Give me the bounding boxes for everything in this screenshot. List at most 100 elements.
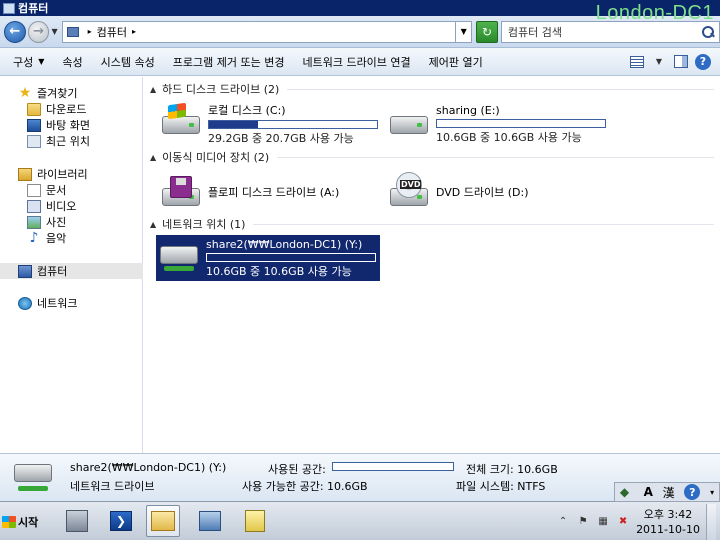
system-properties-button[interactable]: 시스템 속성 xyxy=(92,51,164,73)
nav-label: 문서 xyxy=(46,184,67,197)
nav-label: 음악 xyxy=(46,232,67,245)
clock[interactable]: 오후 3:42 2011-10-10 xyxy=(636,507,700,537)
file-list[interactable]: ▲ 하드 디스크 드라이브 (2) 로컬 디스크 (C:) 29.2GB 중 2… xyxy=(144,77,720,453)
nav-item-pictures[interactable]: 사진 xyxy=(0,214,143,230)
open-control-panel-button[interactable]: 제어판 열기 xyxy=(420,51,492,73)
volume-muted-icon[interactable]: ✖ xyxy=(616,515,630,529)
help-button[interactable]: ? xyxy=(694,53,712,70)
dvd-badge: DVD xyxy=(400,180,422,189)
group-label: 네트워크 위치 (1) xyxy=(162,218,246,231)
start-button[interactable]: 시작 xyxy=(2,511,46,533)
taskbar-task-scheduler[interactable] xyxy=(238,505,272,537)
language-bar-options-icon[interactable]: ▾ xyxy=(710,488,714,497)
drive-e[interactable]: sharing (E:) 10.6GB 중 10.6GB 사용 가능 xyxy=(386,101,610,147)
hanja-convert-button[interactable]: 漢 xyxy=(663,484,675,501)
navigation-pane[interactable]: ★ 즐겨찾기 다운로드 바탕 화면 최근 위치 라이브러리 문서 비디오 사진 … xyxy=(0,77,143,453)
computer-icon xyxy=(18,264,32,278)
group-label: 하드 디스크 드라이브 (2) xyxy=(162,83,280,96)
server-watermark: London-DC1 xyxy=(595,2,714,24)
organize-button[interactable]: 구성 ▼ xyxy=(4,51,53,73)
nav-label: 최근 위치 xyxy=(46,135,90,148)
drive-a[interactable]: 플로피 디스크 드라이브 (A:) xyxy=(158,169,382,215)
group-header-hdd[interactable]: ▲ 하드 디스크 드라이브 (2) xyxy=(150,81,714,97)
computer-icon xyxy=(3,2,15,14)
nav-label: 네트워크 xyxy=(37,297,78,310)
address-field[interactable]: ▸ 컴퓨터 ▸ xyxy=(61,20,457,43)
documents-icon xyxy=(27,183,41,197)
chevron-down-icon: ▼ xyxy=(38,57,45,66)
system-tray: ⌃ ⚑ ▦ ✖ 오후 3:42 2011-10-10 xyxy=(556,502,716,540)
taskbar-explorer[interactable] xyxy=(146,505,180,537)
nav-item-desktop[interactable]: 바탕 화면 xyxy=(0,117,143,133)
breadcrumb-chevron-icon[interactable]: ▸ xyxy=(132,27,136,36)
taskbar-powershell[interactable]: ❯ xyxy=(104,505,138,537)
dvd-drive-icon: DVD xyxy=(386,172,430,212)
group-header-network[interactable]: ▲ 네트워크 위치 (1) xyxy=(150,216,714,232)
uninstall-program-button[interactable]: 프로그램 제거 또는 변경 xyxy=(164,51,294,73)
usage-bar xyxy=(436,118,606,128)
taskbar: ◆ A 漢 ? ▾ 시작 ❯ ⌃ ⚑ ▦ ✖ 오후 3:42 2011-10-1… xyxy=(0,482,720,540)
collapse-icon[interactable]: ▲ xyxy=(150,85,156,94)
star-icon: ★ xyxy=(18,84,32,101)
collapse-icon[interactable]: ▲ xyxy=(150,220,156,229)
nav-label: 사진 xyxy=(46,216,67,229)
recent-pages-dropdown[interactable]: ▼ xyxy=(51,27,57,36)
drive-c[interactable]: 로컬 디스크 (C:) 29.2GB 중 20.7GB 사용 가능 xyxy=(158,101,382,147)
show-desktop-button[interactable] xyxy=(706,503,716,540)
task-scheduler-icon xyxy=(245,510,265,532)
breadcrumb-computer[interactable]: 컴퓨터 xyxy=(97,24,127,40)
music-icon: ♪ xyxy=(29,229,39,246)
local-disk-icon xyxy=(158,102,202,144)
drive-name: sharing (E:) xyxy=(436,103,500,117)
breadcrumb-separator-icon[interactable]: ▸ xyxy=(88,27,92,36)
show-hidden-icons-icon[interactable]: ⌃ xyxy=(556,515,570,529)
drive-name: share2(₩₩London-DC1) (Y:) xyxy=(206,237,363,251)
refresh-button[interactable]: ↻ xyxy=(476,20,498,43)
group-divider xyxy=(287,88,714,90)
hard-drive-icon xyxy=(386,104,430,144)
ime-pad-icon[interactable]: ◆ xyxy=(620,485,634,499)
properties-button[interactable]: 속성 xyxy=(53,51,91,73)
change-view-button[interactable] xyxy=(628,54,646,70)
drive-size: 10.6GB 중 10.6GB 사용 가능 xyxy=(206,264,352,278)
usage-bar xyxy=(208,120,378,129)
drive-y[interactable]: share2(₩₩London-DC1) (Y:) 10.6GB 중 10.6G… xyxy=(156,235,380,281)
nav-item-music[interactable]: ♪ 음악 xyxy=(0,230,143,246)
nav-item-documents[interactable]: 문서 xyxy=(0,182,143,198)
taskbar-server-manager[interactable] xyxy=(60,505,94,537)
start-label: 시작 xyxy=(18,516,39,529)
nav-item-computer[interactable]: 컴퓨터 xyxy=(0,263,143,279)
address-dropdown[interactable]: ▼ xyxy=(456,20,473,43)
organize-label: 구성 xyxy=(13,55,34,69)
nav-item-libraries[interactable]: 라이브러리 xyxy=(0,166,143,182)
nav-item-network[interactable]: 네트워크 xyxy=(0,295,143,311)
clock-time: 오후 3:42 xyxy=(643,507,693,521)
action-center-flag-icon[interactable]: ⚑ xyxy=(576,515,590,529)
nav-label: 바탕 화면 xyxy=(46,119,90,132)
clock-date: 2011-10-10 xyxy=(636,522,700,536)
nav-item-downloads[interactable]: 다운로드 xyxy=(0,101,143,117)
windows-logo-icon xyxy=(168,102,186,120)
input-mode-toggle[interactable]: A xyxy=(644,485,653,499)
network-status-icon[interactable]: ▦ xyxy=(596,515,610,529)
details-type: 네트워크 드라이브 xyxy=(70,480,155,493)
server-manager-icon xyxy=(66,510,88,532)
collapse-icon[interactable]: ▲ xyxy=(150,153,156,162)
group-label: 이동식 미디어 장치 (2) xyxy=(162,151,270,164)
back-button[interactable]: ← xyxy=(4,20,26,43)
nav-item-recent[interactable]: 최근 위치 xyxy=(0,133,143,149)
taskbar-remote-desktop[interactable] xyxy=(193,505,227,537)
forward-button[interactable]: → xyxy=(27,20,50,43)
downloads-folder-icon xyxy=(27,102,41,116)
help-icon[interactable]: ? xyxy=(684,484,701,500)
search-icon[interactable] xyxy=(701,25,715,39)
nav-item-favorites[interactable]: ★ 즐겨찾기 xyxy=(0,85,143,101)
preview-pane-button[interactable] xyxy=(672,54,690,70)
language-bar[interactable]: ◆ A 漢 ? ▾ xyxy=(614,482,720,502)
drive-d[interactable]: DVD DVD 드라이브 (D:) xyxy=(386,169,610,215)
group-header-removable[interactable]: ▲ 이동식 미디어 장치 (2) xyxy=(150,149,714,165)
view-dropdown[interactable]: ▼ xyxy=(650,54,668,70)
map-network-drive-button[interactable]: 네트워크 드라이브 연결 xyxy=(293,51,419,73)
nav-item-videos[interactable]: 비디오 xyxy=(0,198,143,214)
drive-shape xyxy=(160,246,198,264)
